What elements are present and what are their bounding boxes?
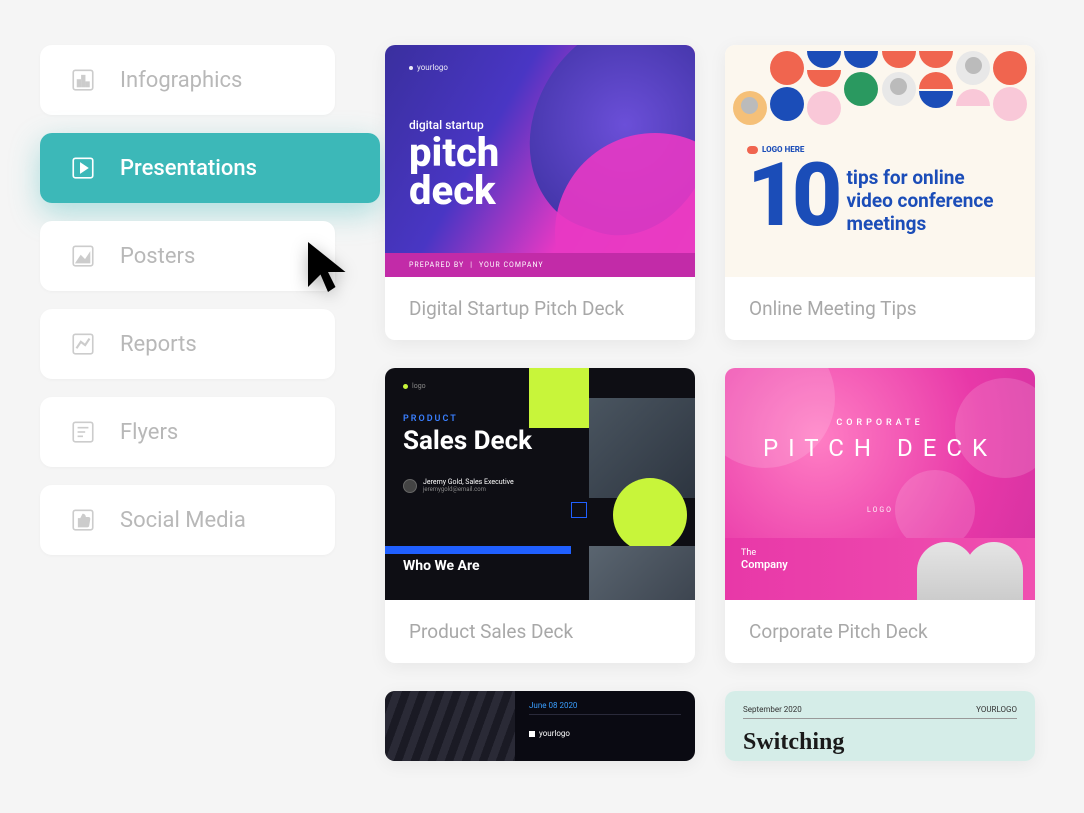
preview-title: Sales Deck	[403, 426, 677, 456]
template-caption: Online Meeting Tips	[725, 277, 1035, 340]
image-icon	[70, 243, 96, 269]
category-label: Flyers	[120, 420, 178, 445]
template-card-partial-1[interactable]: June 08 2020 yourlogo	[385, 691, 695, 761]
preview-company-name: Company	[741, 558, 788, 571]
preview-text: tips for online video conference meeting…	[847, 167, 1014, 235]
template-card-digital-startup[interactable]: yourlogo digital startup pitchdeck PREPA…	[385, 45, 695, 340]
preview-logo: LOGO HERE	[747, 145, 804, 154]
preview-date: September 2020	[743, 705, 802, 714]
category-presentations[interactable]: Presentations	[40, 133, 380, 203]
preview-footer: PREPARED BY|YOUR COMPANY	[385, 253, 695, 277]
preview-author: Jeremy Gold, Sales Executive jeremygold@…	[403, 478, 677, 493]
category-flyers[interactable]: Flyers	[40, 397, 335, 467]
preview-logo: YOURLOGO	[976, 705, 1017, 714]
thumbs-up-icon	[70, 507, 96, 533]
category-sidebar: Infographics Presentations Posters Repor…	[40, 45, 335, 761]
presentation-icon	[70, 155, 96, 181]
preview-logo: logo	[403, 382, 677, 390]
category-label: Presentations	[120, 156, 257, 181]
category-label: Posters	[120, 244, 195, 269]
template-card-corporate-pitch[interactable]: CORPORATE PITCH DECK LOGO The Company Co…	[725, 368, 1035, 663]
template-preview: yourlogo digital startup pitchdeck PREPA…	[385, 45, 695, 277]
template-card-product-sales[interactable]: logo PRODUCT Sales Deck Jeremy Gold, Sal…	[385, 368, 695, 663]
preview-company-label: The	[741, 548, 788, 558]
category-social-media[interactable]: Social Media	[40, 485, 335, 555]
document-icon	[70, 419, 96, 445]
category-label: Social Media	[120, 508, 246, 533]
template-preview: LOGO HERE 10 tips for online video confe…	[725, 45, 1035, 277]
template-preview: September 2020 YOURLOGO Switching	[725, 691, 1035, 761]
category-reports[interactable]: Reports	[40, 309, 335, 379]
category-posters[interactable]: Posters	[40, 221, 335, 291]
template-preview: logo PRODUCT Sales Deck Jeremy Gold, Sal…	[385, 368, 695, 600]
category-label: Reports	[120, 332, 197, 357]
template-caption: Digital Startup Pitch Deck	[385, 277, 695, 340]
template-card-partial-2[interactable]: September 2020 YOURLOGO Switching	[725, 691, 1035, 761]
preview-number: 10	[747, 161, 837, 231]
template-grid: yourlogo digital startup pitchdeck PREPA…	[385, 45, 1035, 761]
preview-logo: yourlogo	[409, 63, 671, 72]
preview-section: Who We Are	[403, 558, 677, 574]
bar-chart-icon	[70, 67, 96, 93]
template-preview: June 08 2020 yourlogo	[385, 691, 695, 761]
preview-kicker: PRODUCT	[403, 414, 677, 424]
preview-logo: yourlogo	[529, 729, 681, 738]
preview-date: June 08 2020	[529, 701, 681, 715]
template-caption: Corporate Pitch Deck	[725, 600, 1035, 663]
template-caption: Product Sales Deck	[385, 600, 695, 663]
category-label: Infographics	[120, 68, 242, 93]
cursor-icon	[298, 237, 358, 297]
template-card-online-meeting[interactable]: LOGO HERE 10 tips for online video confe…	[725, 45, 1035, 340]
preview-logo: LOGO	[725, 506, 1035, 514]
preview-title: pitchdeck	[409, 134, 671, 210]
template-preview: CORPORATE PITCH DECK LOGO The Company	[725, 368, 1035, 600]
preview-title: Switching	[743, 729, 1017, 756]
category-infographics[interactable]: Infographics	[40, 45, 335, 115]
line-chart-icon	[70, 331, 96, 357]
